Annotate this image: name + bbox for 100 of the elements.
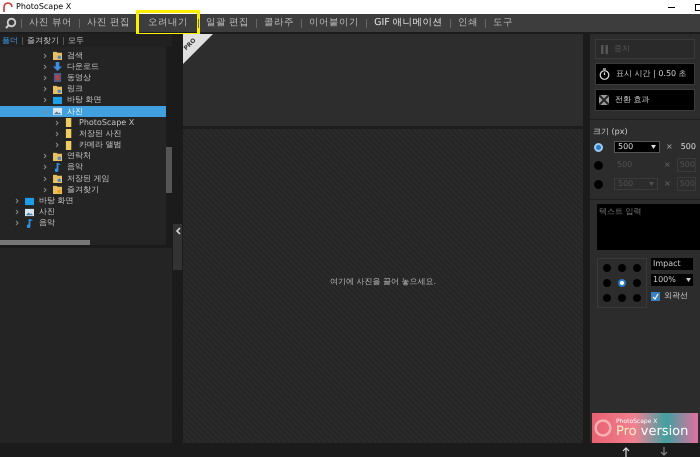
caret-right-icon[interactable] (54, 142, 60, 148)
download-icon[interactable] (660, 447, 668, 457)
window-title: PhotoScape X (16, 1, 72, 13)
pro-corner-badge (183, 34, 213, 64)
tree-label: 사진 (67, 108, 83, 116)
scrollbar-thumb[interactable] (0, 240, 90, 245)
caret-right-icon[interactable] (14, 220, 20, 226)
tree-label: 사진 (39, 208, 55, 216)
sidebar-tab[interactable]: 즐겨찾기 (27, 34, 59, 46)
music-note-icon (53, 162, 62, 172)
chevron-left-icon (174, 227, 180, 235)
tree-item[interactable]: 링크 (0, 84, 166, 95)
folder-icon (53, 51, 62, 60)
checkbox[interactable] (651, 292, 660, 300)
tree-label: 저장된 사진 (79, 130, 122, 138)
caret-right-icon[interactable] (14, 209, 20, 216)
tree-item[interactable]: 즐겨찾기 (0, 184, 166, 196)
caret-right-icon[interactable] (42, 176, 48, 182)
tree-item[interactable]: PhotoScape X (0, 117, 166, 128)
caret-right-icon[interactable] (42, 74, 48, 81)
menu-tab[interactable]: 일괄 편집 (199, 16, 256, 30)
menu-tab[interactable]: 콜라주 (257, 16, 302, 30)
transition-icon (599, 95, 609, 105)
tree-item[interactable]: 사진 (0, 206, 166, 218)
pause-icon (601, 44, 608, 54)
times-sign: × (664, 178, 671, 190)
folder-icon (53, 185, 62, 194)
monitor-icon (53, 96, 62, 105)
caret-right-icon[interactable] (14, 198, 20, 204)
shutter-logo-icon (594, 419, 612, 437)
tree-label: 카메라 앨범 (79, 141, 122, 150)
sidebar-tab[interactable]: 모두 (68, 34, 84, 46)
tree-label: 동영상 (67, 74, 91, 82)
tree-item[interactable]: 검색 (0, 50, 166, 62)
caret-right-icon[interactable] (42, 86, 48, 92)
text-input-field[interactable]: 텍스트 입력 (597, 204, 700, 250)
tree-item[interactable]: 다운로드 (0, 61, 166, 72)
tree-label: 검색 (67, 52, 83, 60)
tree-item[interactable]: 카메라 앨범 (0, 140, 166, 151)
caret-right-icon[interactable] (42, 186, 48, 193)
scale-dropdown[interactable]: 100% (651, 274, 693, 286)
tree-label: 즐겨찾기 (67, 186, 99, 194)
caret-right-icon[interactable] (42, 52, 48, 59)
checkbox-label: 외곽선 (664, 290, 688, 302)
monitor-icon (25, 196, 34, 206)
times-sign: × (664, 159, 671, 171)
tree-item[interactable]: 음악 (0, 218, 166, 229)
radio-button[interactable] (594, 142, 603, 152)
tree-label: 연락처 (67, 152, 91, 160)
tree-item[interactable]: 동영상 (0, 72, 166, 84)
menu-tab[interactable]: GIF 애니메이션 (367, 16, 450, 30)
menu-tab[interactable]: 도구 (486, 16, 520, 30)
film-icon (53, 73, 62, 82)
menu-tab[interactable]: 사진 편집 (80, 16, 138, 30)
image-icon (25, 208, 34, 217)
drop-hint: 여기에 사진을 끌어 놓으세요. (330, 276, 436, 288)
caret-right-icon[interactable] (42, 153, 48, 160)
transition-button[interactable]: 전환 효과 (595, 89, 695, 111)
scrollbar-thumb[interactable] (166, 147, 172, 193)
menu-tab[interactable]: 이어붙이기 (302, 16, 366, 30)
sidebar-tab[interactable]: 폴더 (2, 34, 18, 46)
folder-icon (53, 174, 62, 184)
tree-label: 음악 (67, 163, 83, 172)
tree-item[interactable]: 음악 (0, 162, 166, 174)
tree-label: 링크 (67, 85, 83, 94)
caret-right-icon[interactable] (42, 164, 48, 170)
font-field[interactable]: Impact (651, 258, 693, 270)
folder-icon (53, 84, 62, 94)
dropdown-arrow-icon (649, 182, 654, 186)
down-arrow-icon (53, 62, 62, 72)
search-icon[interactable] (5, 17, 17, 29)
tree-item[interactable]: 저장된 사진 (0, 128, 166, 140)
menu-tab[interactable]: 오려내기 (138, 12, 198, 34)
stopwatch-icon (599, 68, 610, 80)
tree-label: 음악 (39, 219, 55, 228)
tree-label: PhotoScape X (79, 118, 134, 127)
menu-tab[interactable]: 사진 뷰어 (22, 16, 80, 30)
tree-item[interactable]: 바탕 화면 (0, 94, 166, 106)
size-label: 크기 (px) (592, 126, 629, 138)
height-field[interactable]: 500 (678, 141, 696, 153)
music-note-icon (25, 218, 34, 228)
tree-item[interactable]: 바탕 화면 (0, 195, 166, 207)
display-time-button[interactable]: 표시 시간 | 0.50 초 (595, 63, 695, 85)
minimize-icon[interactable] (668, 6, 675, 8)
tree-label: 저장된 게임 (67, 174, 110, 183)
tree-label: 바탕 화면 (67, 96, 102, 104)
collapse-button[interactable] (173, 224, 182, 270)
menu-tab[interactable]: 인쇄 (450, 16, 485, 30)
tree-label: 바탕 화면 (39, 197, 74, 206)
tree-item[interactable]: 저장된 게임 (0, 173, 166, 184)
caret-right-icon[interactable] (54, 130, 60, 137)
tree-label: 다운로드 (67, 62, 99, 71)
caret-right-icon[interactable] (42, 97, 48, 104)
maximize-icon[interactable] (695, 4, 700, 10)
app-logo-icon (3, 2, 13, 12)
size-dropdown[interactable]: 500 (614, 141, 660, 153)
upload-icon[interactable] (622, 447, 630, 457)
tree-item[interactable]: 연락처 (0, 150, 166, 162)
caret-right-icon[interactable] (42, 64, 48, 70)
caret-right-icon[interactable] (54, 120, 60, 126)
